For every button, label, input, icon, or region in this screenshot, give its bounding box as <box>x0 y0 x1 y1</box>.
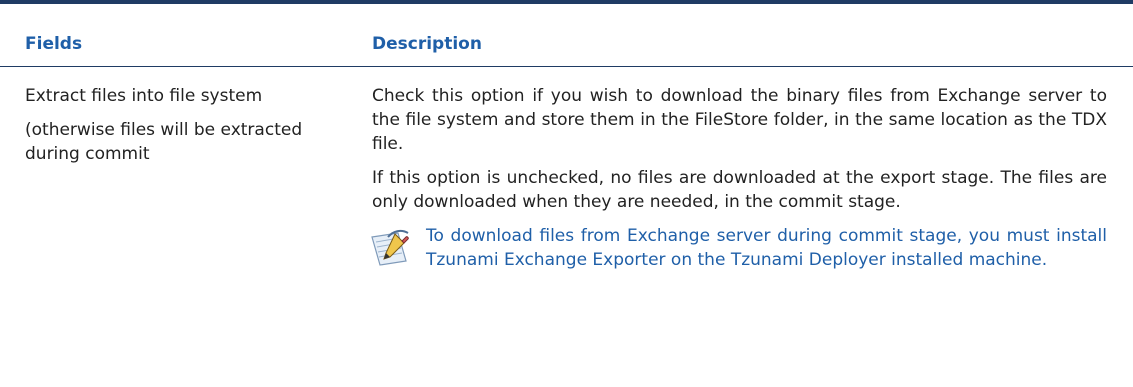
note-text: To download files from Exchange server d… <box>426 226 1107 270</box>
description-paragraph-2: If this option is unchecked, no files ar… <box>372 168 1107 212</box>
table-top-rule <box>0 0 1133 4</box>
description-cell: Check this option if you wish to downloa… <box>371 84 1107 320</box>
note-callout: To download files from Exchange server d… <box>371 224 1107 320</box>
fields-column-header: Fields <box>25 34 83 54</box>
field-note: (otherwise files will be extracted durin… <box>25 120 303 164</box>
header-bottom-rule <box>0 66 1133 67</box>
field-title: Extract files into file system <box>25 86 263 106</box>
note-pencil-icon <box>364 224 414 274</box>
description-column-header: Description <box>372 34 482 54</box>
fields-description-table: Fields Description Extract files into fi… <box>0 0 1133 387</box>
field-name-cell: Extract files into file system (otherwis… <box>25 84 345 176</box>
table-header-row: Fields Description <box>0 28 1133 60</box>
description-paragraph-1: Check this option if you wish to downloa… <box>372 86 1107 154</box>
